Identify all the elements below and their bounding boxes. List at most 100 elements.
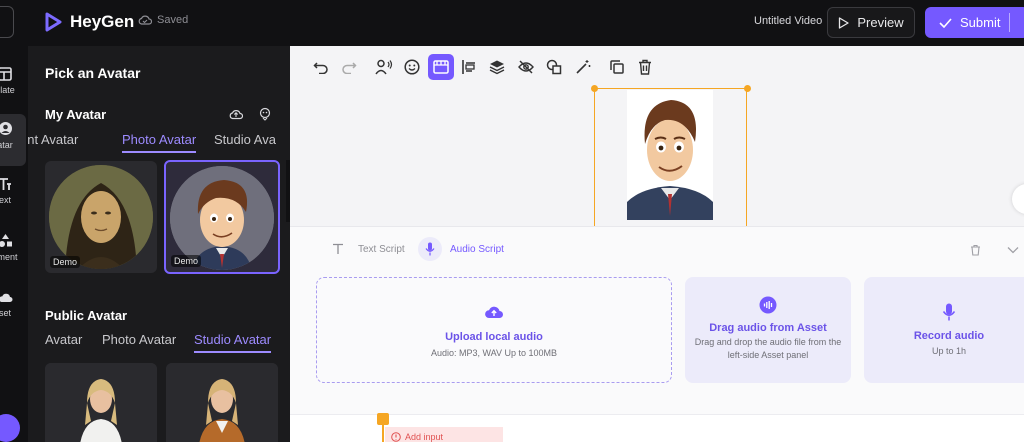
public-avatar-card[interactable] bbox=[166, 363, 278, 442]
magic-wand-icon bbox=[575, 60, 591, 74]
rail-item-avatar[interactable]: atar bbox=[0, 114, 26, 166]
avatar-icon bbox=[0, 122, 12, 135]
preview-button[interactable]: Preview bbox=[827, 7, 915, 38]
demo-badge: Demo bbox=[50, 256, 81, 268]
delete-button[interactable] bbox=[632, 54, 658, 80]
redo-icon bbox=[342, 62, 357, 74]
upload-cloud-icon bbox=[485, 306, 503, 318]
my-avatar-tabs: ant Avatar Photo Avatar Studio Ava bbox=[28, 132, 290, 154]
left-rail: plate atar ext ement bbox=[0, 46, 28, 442]
script-panel: Text Script Audio Script Upload local au… bbox=[290, 226, 1024, 414]
avatar-panel: Pick an Avatar My Avatar ant Avatar Phot… bbox=[28, 46, 290, 442]
canvas-toolbar bbox=[308, 54, 661, 80]
public-avatar-tabs: Avatar Photo Avatar Studio Avatar bbox=[28, 332, 290, 354]
logo-text: HeyGen bbox=[70, 12, 135, 31]
avatar-thumbnail bbox=[166, 363, 278, 442]
emotion-button[interactable] bbox=[399, 54, 425, 80]
public-avatar-title: Public Avatar bbox=[45, 308, 128, 323]
tab-instant-avatar[interactable]: ant Avatar bbox=[28, 132, 78, 147]
avatar-thumbnail bbox=[45, 363, 157, 442]
resize-handle[interactable] bbox=[591, 85, 598, 92]
playhead-line bbox=[382, 423, 384, 442]
option-title: Drag audio from Asset bbox=[709, 322, 827, 334]
rail-item-text[interactable]: ext bbox=[0, 170, 26, 222]
option-subtitle: Audio: MP3, WAV Up to 100MB bbox=[430, 348, 558, 358]
layers-icon bbox=[490, 60, 505, 75]
tab-studio-avatar[interactable]: Studio Avatar bbox=[194, 332, 272, 353]
person-voice-icon bbox=[375, 59, 392, 75]
trash-icon[interactable] bbox=[970, 244, 981, 256]
text-icon bbox=[0, 178, 11, 190]
asset-icon bbox=[0, 293, 12, 302]
video-title[interactable]: Untitled Video bbox=[754, 15, 822, 27]
menu-button[interactable] bbox=[0, 6, 14, 38]
logo[interactable]: HeyGen bbox=[42, 11, 134, 33]
avatar-card-selected[interactable]: Demo bbox=[164, 160, 280, 274]
scroll-knob[interactable] bbox=[1012, 184, 1024, 214]
redo-button[interactable] bbox=[336, 54, 362, 80]
align-button[interactable] bbox=[456, 54, 482, 80]
top-bar: HeyGen Saved Untitled Video Preview Subm… bbox=[0, 0, 1024, 46]
audio-wave-icon bbox=[759, 296, 777, 314]
undo-button[interactable] bbox=[308, 54, 334, 80]
resize-handle[interactable] bbox=[744, 85, 751, 92]
avatar-card[interactable]: Demo bbox=[45, 161, 157, 273]
upload-cloud-icon[interactable] bbox=[229, 108, 243, 120]
tab-text-script[interactable]: Text Script bbox=[326, 237, 405, 261]
background-button[interactable] bbox=[427, 54, 454, 80]
rail-item-element[interactable]: ement bbox=[0, 226, 26, 278]
tab-photo-avatar[interactable]: Photo Avatar bbox=[102, 332, 176, 347]
heygen-logo-icon bbox=[45, 12, 62, 32]
submit-divider bbox=[1009, 13, 1010, 32]
saved-label: Saved bbox=[157, 14, 189, 26]
preview-label: Preview bbox=[857, 15, 904, 30]
option-title: Upload local audio bbox=[445, 331, 543, 343]
tab-avatar[interactable]: Avatar bbox=[45, 332, 82, 347]
text-icon bbox=[326, 237, 350, 261]
record-audio-button[interactable]: Record audio Up to 1h bbox=[864, 277, 1024, 383]
drag-audio-from-asset[interactable]: Drag audio from Asset Drag and drop the … bbox=[685, 277, 851, 383]
my-avatar-title: My Avatar bbox=[45, 107, 107, 122]
rail-item-template[interactable]: plate bbox=[0, 60, 26, 112]
tab-audio-script[interactable]: Audio Script bbox=[418, 237, 504, 261]
help-button[interactable] bbox=[0, 414, 20, 442]
option-subtitle: Drag and drop the audio file from the le… bbox=[694, 337, 842, 360]
duplicate-button[interactable] bbox=[604, 54, 630, 80]
shapes-button[interactable] bbox=[541, 54, 567, 80]
align-icon bbox=[462, 60, 475, 74]
workspace: Text Script Audio Script Upload local au… bbox=[290, 46, 1024, 442]
shapes-icon bbox=[546, 59, 562, 75]
avatar-voice-button[interactable] bbox=[371, 54, 397, 80]
layers-button[interactable] bbox=[484, 54, 510, 80]
rail-item-asset[interactable]: set bbox=[0, 284, 26, 336]
eye-off-icon bbox=[517, 60, 534, 74]
submit-label: Submit bbox=[960, 15, 1001, 30]
selection-frame bbox=[594, 88, 747, 228]
public-avatar-card[interactable] bbox=[45, 363, 157, 442]
upload-local-audio-button[interactable]: Upload local audio Audio: MP3, WAV Up to… bbox=[316, 277, 672, 383]
microphone-icon bbox=[942, 303, 956, 321]
submit-button[interactable]: Submit bbox=[925, 7, 1024, 38]
hide-button[interactable] bbox=[513, 54, 539, 80]
rail-label: ext bbox=[0, 195, 11, 205]
timeline: Add input bbox=[290, 413, 1024, 442]
tab-studio-avatar[interactable]: Studio Ava bbox=[214, 132, 276, 147]
avatar-settings-icon[interactable] bbox=[258, 107, 272, 121]
magic-button[interactable] bbox=[570, 54, 596, 80]
demo-badge: Demo bbox=[171, 255, 202, 267]
trash-icon bbox=[639, 59, 652, 75]
option-title: Record audio bbox=[913, 330, 985, 342]
rail-label: set bbox=[0, 308, 11, 318]
add-input-warning[interactable]: Add input bbox=[385, 427, 503, 442]
rail-label: plate bbox=[0, 85, 15, 95]
tab-label: Audio Script bbox=[450, 243, 504, 255]
check-icon bbox=[939, 17, 952, 28]
chevron-down-icon[interactable] bbox=[1007, 246, 1019, 254]
rail-label: ement bbox=[0, 252, 18, 262]
play-icon bbox=[839, 16, 850, 29]
tab-photo-avatar[interactable]: Photo Avatar bbox=[122, 132, 197, 153]
undo-icon bbox=[313, 62, 328, 74]
tab-label: Text Script bbox=[358, 243, 405, 255]
smiley-icon bbox=[404, 59, 420, 75]
alert-icon bbox=[391, 432, 401, 442]
